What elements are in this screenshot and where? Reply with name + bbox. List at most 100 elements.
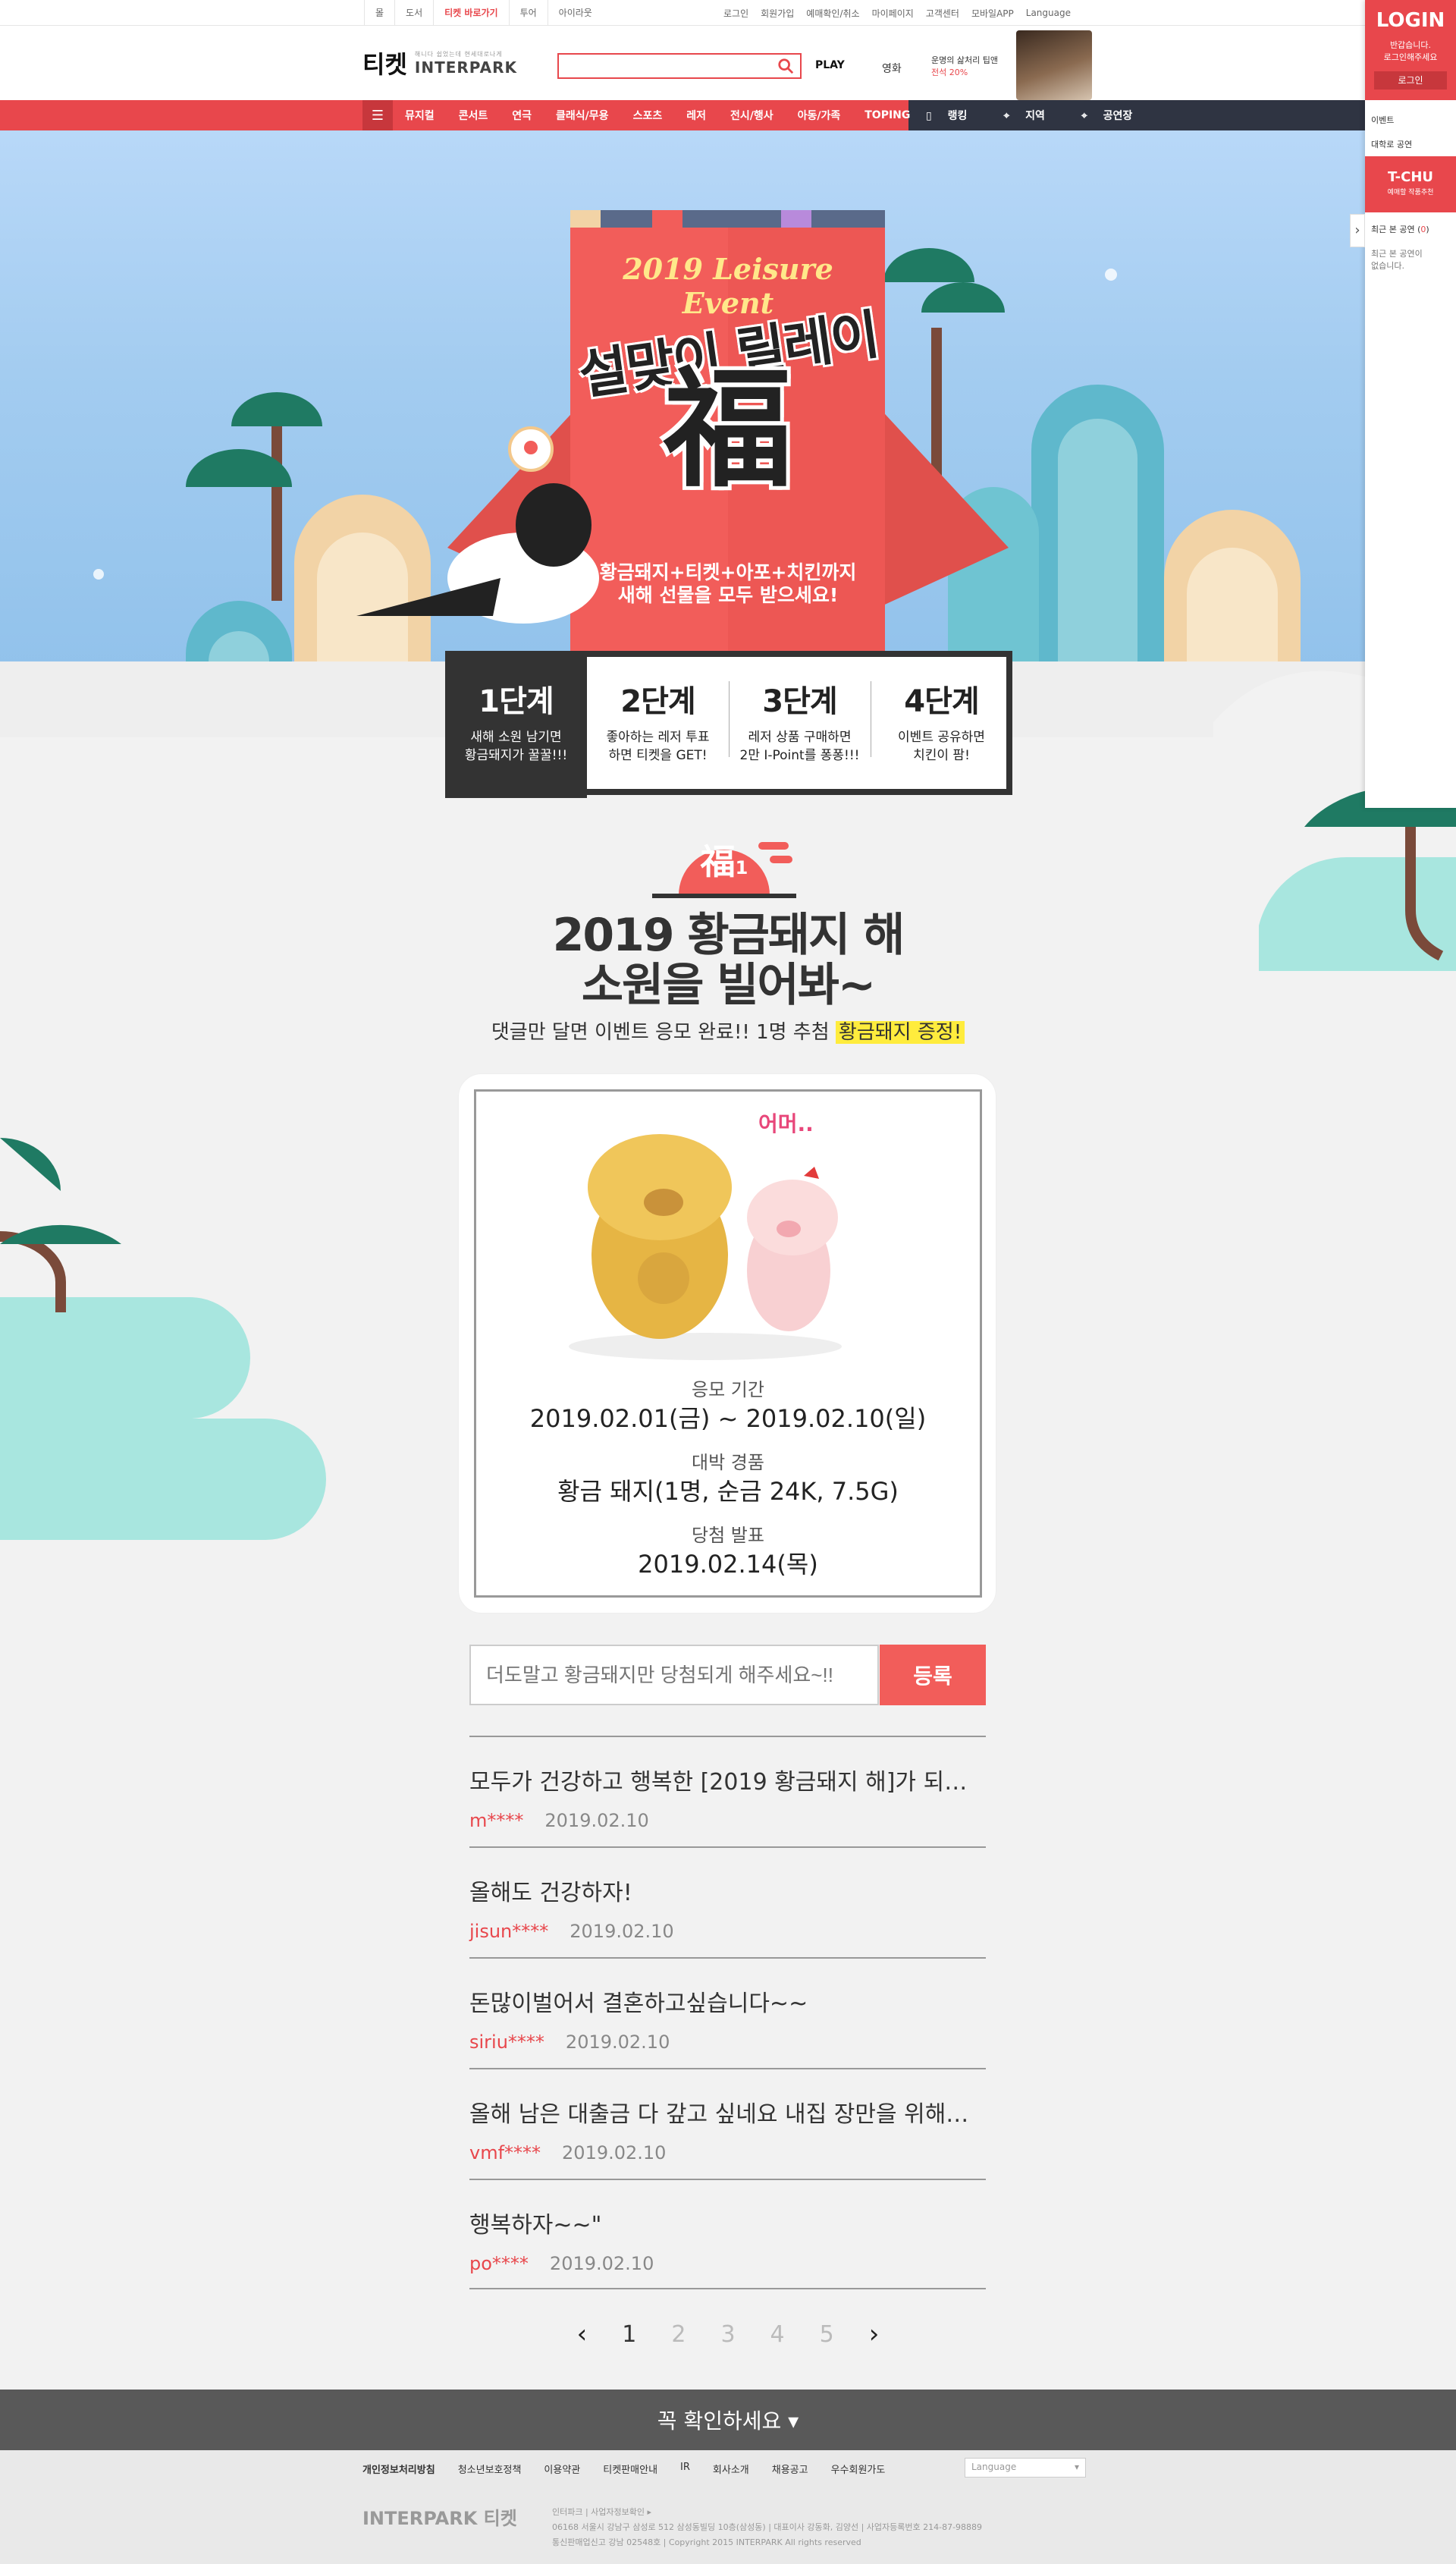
- step-3-title: 3단계: [762, 684, 837, 719]
- tchu-sub: 예매할 작품추천: [1387, 189, 1434, 196]
- page-3[interactable]: 3: [720, 2321, 735, 2348]
- comment-meta: po**** 2019.02.10: [469, 2253, 986, 2274]
- step-2[interactable]: 2단계 좋아하는 레저 투표 하면 티켓을 GET!: [587, 651, 729, 783]
- next-page-icon[interactable]: ›: [869, 2319, 880, 2349]
- recent-empty-line1: 최근 본 공연이: [1371, 249, 1423, 259]
- promo-discount: 전석 20%: [931, 68, 968, 77]
- comment-meta: siriu**** 2019.02.10: [469, 2031, 986, 2053]
- quick-event[interactable]: 이벤트: [1371, 114, 1394, 126]
- submit-comment-button[interactable]: 등록: [880, 1645, 986, 1705]
- site-logo[interactable]: 티켓 해니다 쉽었는데 현세대로나게 INTERPARK: [362, 26, 517, 100]
- step-1[interactable]: 1단계 새해 소원 남기면 황금돼지가 꿀꿀!!!: [445, 651, 587, 798]
- quick-recent-show[interactable]: 대학로 공연: [1371, 138, 1412, 150]
- hamburger-icon[interactable]: ☰: [362, 100, 393, 130]
- nav-ranking[interactable]: ▯ 랭킹: [914, 108, 991, 123]
- panel-collapse-icon[interactable]: ›: [1350, 214, 1365, 247]
- recent-count: 0: [1420, 225, 1426, 234]
- step-4-desc: 이벤트 공유하면 치킨이 팜!: [871, 728, 1012, 765]
- login-link[interactable]: 로그인: [717, 7, 755, 20]
- section-sub-text: 댓글만 달면 이벤트 응모 완료!! 1명 추첨: [491, 1021, 836, 1044]
- nav-kids[interactable]: 아동/가족: [786, 108, 853, 123]
- hero-sub-line1: 황금돼지+티켓+아포+치킨까지: [599, 561, 857, 583]
- search-icon[interactable]: [777, 58, 794, 74]
- nav-theater[interactable]: 연극: [500, 108, 544, 123]
- section-title-line2: 소원을 빌어봐~: [581, 959, 876, 1012]
- page-1[interactable]: 1: [622, 2321, 636, 2348]
- nav-concert[interactable]: 콘서트: [447, 108, 500, 123]
- nav-exhibition[interactable]: 전시/행사: [718, 108, 786, 123]
- recent-empty-line2: 없습니다.: [1371, 261, 1404, 271]
- mobile-app-link[interactable]: 모바일APP: [965, 7, 1020, 20]
- comment-user: po****: [469, 2253, 529, 2274]
- step-3[interactable]: 3단계 레저 상품 구매하면 2만 I-Point를 퐁퐁!!!: [729, 651, 871, 783]
- language-select[interactable]: Language ▾: [965, 2458, 1086, 2478]
- footer-vip[interactable]: 우수회원가도: [831, 2462, 886, 2476]
- nav-musical[interactable]: 뮤지컬: [393, 108, 447, 123]
- site-link-books[interactable]: 도서: [394, 0, 433, 26]
- prize-value: 황금 돼지(1명, 순금 24K, 7.5G): [557, 1477, 899, 1506]
- nav-right: ▯ 랭킹 ⌖ 지역 ⌖ 공연장: [914, 100, 1156, 130]
- footer-about[interactable]: 회사소개: [713, 2462, 749, 2476]
- footer-careers[interactable]: 채용공고: [772, 2462, 808, 2476]
- site-link-shop[interactable]: 몰: [364, 0, 394, 26]
- notice-toggle[interactable]: 꼭 확인하세요 ▾: [0, 2390, 1456, 2450]
- language-value: Language: [971, 2462, 1017, 2472]
- quick-login-button[interactable]: 로그인: [1374, 71, 1447, 90]
- badge-number: 1: [735, 857, 748, 878]
- recent-title: 최근 본 공연 (0): [1371, 225, 1429, 234]
- step-3-line2: 2만 I-Point를 퐁퐁!!!: [739, 748, 860, 763]
- tchu-banner[interactable]: T-CHU 예매할 작품추천: [1365, 156, 1456, 212]
- nav-venue[interactable]: ⌖ 공연장: [1069, 108, 1156, 123]
- quick-login-msg2: 로그인해주세요: [1383, 52, 1438, 62]
- section-subtitle: 댓글만 달면 이벤트 응모 완료!! 1명 추첨 황금돼지 증정!: [425, 1016, 1031, 1045]
- nav-sports[interactable]: 스포츠: [621, 108, 675, 123]
- search-input[interactable]: [557, 53, 802, 79]
- comment-meta: jisun**** 2019.02.10: [469, 1921, 986, 1942]
- nav-classic[interactable]: 클래식/무용: [544, 108, 621, 123]
- comment-input[interactable]: [469, 1645, 879, 1705]
- footer-info: 인터파크 | 사업자정보확인 ▸ 06168 서울시 강남구 삼성로 512 삼…: [552, 2505, 982, 2550]
- play-link[interactable]: PLAY: [815, 59, 845, 71]
- page-2[interactable]: 2: [671, 2321, 686, 2348]
- footer-youth[interactable]: 청소년보호정책: [458, 2462, 522, 2476]
- site-link-ticket[interactable]: 티켓 바로가기: [433, 0, 508, 26]
- comment-text: 돈많이벌어서 결혼하고싶습니다~~: [469, 1991, 808, 2017]
- quick-login-msg: 반갑습니다. 로그인해주세요: [1365, 39, 1456, 64]
- site-link-tour[interactable]: 투어: [508, 0, 548, 26]
- nav-toping[interactable]: TOPING: [852, 109, 922, 121]
- footer-ticket-info[interactable]: 티켓판매안내: [603, 2462, 657, 2476]
- header-promo[interactable]: 운명의 삶처리 팁앤 전석 20%: [931, 55, 998, 79]
- signup-link[interactable]: 회원가입: [755, 7, 800, 20]
- movie-link[interactable]: 영화: [882, 61, 902, 76]
- region-label: 지역: [1025, 110, 1045, 122]
- booking-check-link[interactable]: 예매확인/취소: [800, 7, 865, 20]
- support-link[interactable]: 고객센터: [920, 7, 965, 20]
- prev-page-icon[interactable]: ‹: [577, 2319, 588, 2349]
- nav-region[interactable]: ⌖ 지역: [991, 108, 1069, 123]
- footer-privacy[interactable]: 개인정보처리방침: [362, 2462, 435, 2476]
- badge-character: 福: [700, 841, 736, 882]
- hero-sub-line2: 새해 선물을 모두 받으세요!: [617, 584, 839, 606]
- promo-image[interactable]: [1016, 30, 1092, 100]
- brand-name: 해니다 쉽었는데 현세대로나게 INTERPARK: [415, 50, 517, 77]
- nav-leisure[interactable]: 레저: [674, 108, 718, 123]
- footer-terms[interactable]: 이용약관: [544, 2462, 580, 2476]
- step-4-title: 4단계: [904, 684, 979, 719]
- step-2-desc: 좋아하는 레저 투표 하면 티켓을 GET!: [587, 728, 729, 765]
- footer-ir[interactable]: IR: [680, 2462, 690, 2476]
- site-link-other[interactable]: 아이라웃: [547, 0, 603, 26]
- hero-subtitle: 황금돼지+티켓+아포+치킨까지 새해 선물을 모두 받으세요!: [561, 561, 895, 607]
- mypage-link[interactable]: 마이페이지: [866, 7, 920, 20]
- step-1-line1: 새해 소원 남기면: [470, 730, 562, 745]
- comment-list: 모두가 건강하고 행복한 [2019 황금돼지 해]가 되었으면 좋겠습니다 m…: [469, 1736, 986, 2289]
- footer-address: 06168 서울시 강남구 삼성로 512 삼성동빌딩 10층(삼성동) | 대…: [552, 2522, 983, 2532]
- comment-item: 모두가 건강하고 행복한 [2019 황금돼지 해]가 되었으면 좋겠습니다 m…: [469, 1736, 986, 1846]
- step-4-line1: 이벤트 공유하면: [898, 730, 985, 745]
- page-5[interactable]: 5: [820, 2321, 834, 2348]
- page-4[interactable]: 4: [770, 2321, 785, 2348]
- footer-links: 개인정보처리방침 청소년보호정책 이용약관 티켓판매안내 IR 회사소개 채용공…: [362, 2462, 885, 2476]
- left-decoration: [0, 1138, 326, 1540]
- step-4[interactable]: 4단계 이벤트 공유하면 치킨이 팜!: [871, 651, 1012, 783]
- language-link[interactable]: Language: [1020, 8, 1077, 18]
- announce-value: 2019.02.14(목): [638, 1550, 818, 1579]
